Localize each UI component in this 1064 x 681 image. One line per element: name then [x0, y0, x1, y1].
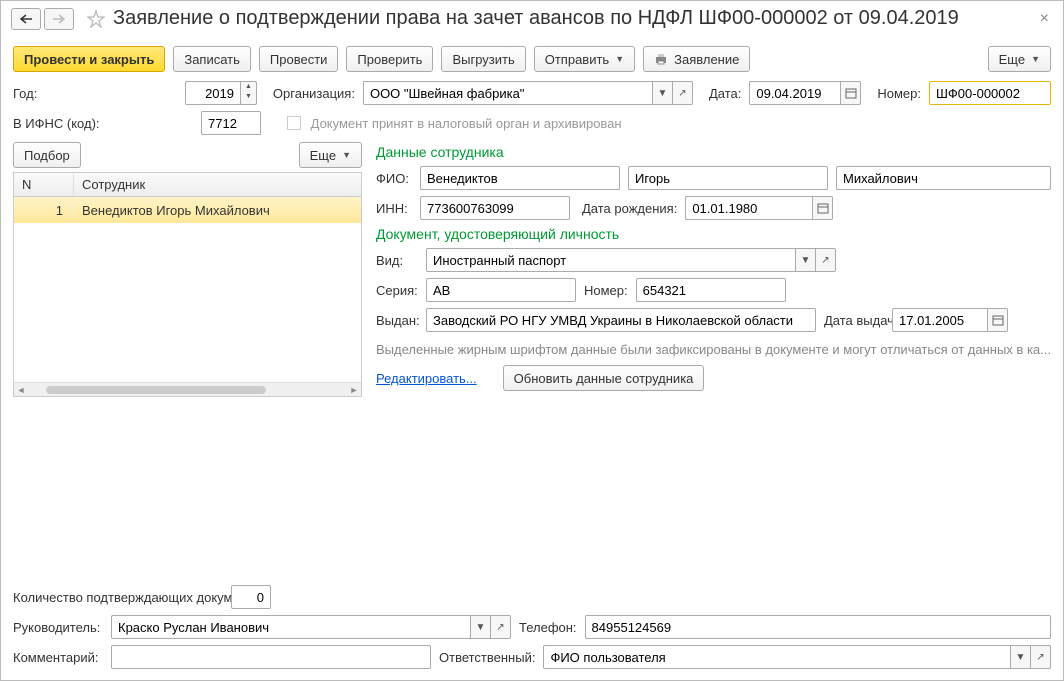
check-button[interactable]: Проверить — [346, 46, 433, 72]
open-button[interactable]: ↗ — [816, 248, 836, 272]
year-input[interactable] — [185, 81, 241, 105]
more-label: Еще — [999, 52, 1025, 67]
birth-date-input[interactable] — [685, 196, 813, 220]
year-label: Год: — [13, 86, 177, 101]
table-more-label: Еще — [310, 148, 336, 163]
horizontal-scrollbar[interactable]: ◄ ► — [14, 382, 361, 396]
year-spinner[interactable]: ▲▼ — [241, 81, 257, 105]
issue-date-label: Дата выдачи: — [824, 314, 884, 327]
save-button[interactable]: Записать — [173, 46, 251, 72]
print-label: Заявление — [674, 52, 739, 67]
series-input[interactable] — [426, 278, 576, 302]
print-application-button[interactable]: Заявление — [643, 46, 750, 72]
surname-input[interactable] — [420, 166, 620, 190]
dropdown-button[interactable]: ▼ — [653, 81, 673, 105]
org-label: Организация: — [273, 86, 355, 101]
docs-count-label: Количество подтверждающих документов: — [13, 590, 223, 605]
employee-data-section-title: Данные сотрудника — [376, 144, 1051, 160]
responsible-input[interactable] — [543, 645, 1011, 669]
more-button[interactable]: Еще ▼ — [988, 46, 1051, 72]
inn-input[interactable] — [420, 196, 570, 220]
docnum-input[interactable] — [636, 278, 786, 302]
birth-label: Дата рождения: — [582, 201, 677, 216]
number-input[interactable] — [929, 81, 1051, 105]
export-button[interactable]: Выгрузить — [441, 46, 525, 72]
date-input[interactable] — [749, 81, 841, 105]
favorite-star-icon[interactable] — [85, 8, 107, 30]
dropdown-caret-icon: ▼ — [342, 150, 351, 160]
series-label: Серия: — [376, 283, 418, 298]
doc-kind-input[interactable] — [426, 248, 796, 272]
edit-link[interactable]: Редактировать... — [376, 371, 477, 386]
manager-input[interactable] — [111, 615, 471, 639]
archived-checkbox[interactable] — [287, 116, 301, 130]
organization-input[interactable] — [363, 81, 653, 105]
open-button[interactable]: ↗ — [491, 615, 511, 639]
calendar-button[interactable] — [988, 308, 1008, 332]
col-employee-header[interactable]: Сотрудник — [74, 174, 361, 195]
issued-by-input[interactable] — [426, 308, 816, 332]
dropdown-caret-icon: ▼ — [615, 54, 624, 64]
pick-employees-button[interactable]: Подбор — [13, 142, 81, 168]
bold-data-note: Выделенные жирным шрифтом данные были за… — [376, 342, 1051, 357]
dropdown-button[interactable]: ▼ — [471, 615, 491, 639]
dropdown-button[interactable]: ▼ — [796, 248, 816, 272]
comment-label: Комментарий: — [13, 650, 103, 665]
printer-icon — [654, 52, 668, 66]
dropdown-caret-icon: ▼ — [1031, 54, 1040, 64]
comment-input[interactable] — [111, 645, 431, 669]
post-button[interactable]: Провести — [259, 46, 339, 72]
inn-label: ИНН: — [376, 201, 412, 216]
manager-label: Руководитель: — [13, 620, 103, 635]
post-and-close-button[interactable]: Провести и закрыть — [13, 46, 165, 72]
send-label: Отправить — [545, 52, 609, 67]
col-number-header[interactable]: N — [14, 174, 74, 195]
open-button[interactable]: ↗ — [673, 81, 693, 105]
phone-label: Телефон: — [519, 620, 577, 635]
docnum-label: Номер: — [584, 283, 628, 298]
issued-label: Выдан: — [376, 313, 418, 328]
cell-employee: Венедиктов Игорь Михайлович — [74, 203, 361, 218]
table-more-button[interactable]: Еще ▼ — [299, 142, 362, 168]
ifns-input[interactable] — [201, 111, 261, 135]
issue-date-input[interactable] — [892, 308, 988, 332]
ifns-label: В ИФНС (код): — [13, 116, 193, 131]
id-document-section-title: Документ, удостоверяющий личность — [376, 226, 1051, 242]
number-label: Номер: — [877, 86, 921, 101]
cell-number: 1 — [14, 203, 74, 218]
send-button[interactable]: Отправить ▼ — [534, 46, 635, 72]
close-button[interactable]: × — [1036, 8, 1053, 30]
kind-label: Вид: — [376, 253, 418, 268]
responsible-label: Ответственный: — [439, 650, 535, 665]
fio-label: ФИО: — [376, 171, 412, 186]
archived-label: Документ принят в налоговый орган и архи… — [311, 116, 622, 131]
phone-input[interactable] — [585, 615, 1051, 639]
window-title: Заявление о подтверждении права на зачет… — [113, 7, 1036, 30]
name-input[interactable] — [628, 166, 828, 190]
nav-back-button[interactable] — [11, 8, 41, 30]
dropdown-button[interactable]: ▼ — [1011, 645, 1031, 669]
table-row[interactable]: 1 Венедиктов Игорь Михайлович — [14, 197, 361, 223]
nav-forward-button[interactable] — [44, 8, 74, 30]
open-button[interactable]: ↗ — [1031, 645, 1051, 669]
docs-count-input[interactable] — [231, 585, 271, 609]
calendar-button[interactable] — [841, 81, 861, 105]
calendar-button[interactable] — [813, 196, 833, 220]
date-label: Дата: — [709, 86, 741, 101]
patronymic-input[interactable] — [836, 166, 1051, 190]
archived-checkbox-wrap: Документ принят в налоговый орган и архи… — [287, 116, 622, 131]
refresh-employee-button[interactable]: Обновить данные сотрудника — [503, 365, 705, 391]
